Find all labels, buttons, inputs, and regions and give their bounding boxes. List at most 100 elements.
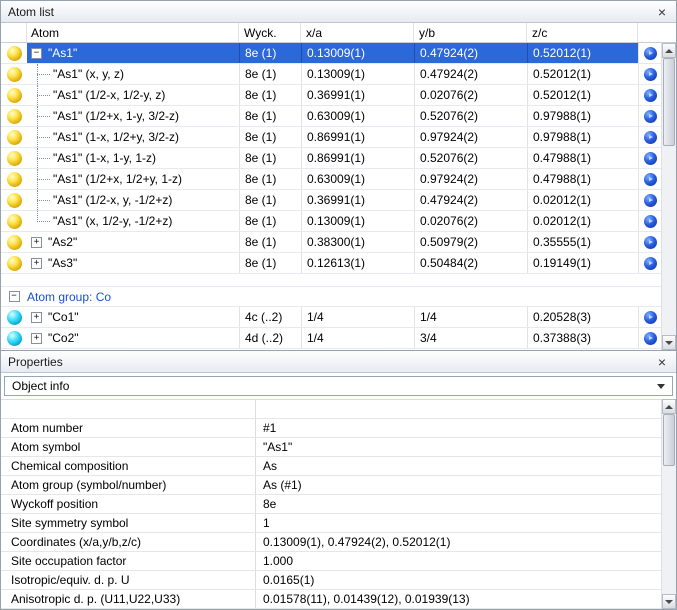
atom-action-button[interactable] xyxy=(644,47,657,60)
atom-row[interactable]: "As1" (1/2-x, y, -1/2+z)8e (1)0.36991(1)… xyxy=(1,190,661,211)
atom-label: "As1" (1-x, 1/2+y, 3/2-z) xyxy=(53,130,179,144)
atom-row[interactable]: "As1" (1-x, 1/2+y, 3/2-z)8e (1)0.86991(1… xyxy=(1,127,661,148)
atom-action-button[interactable] xyxy=(644,332,657,345)
cell-wyck: 8e (1) xyxy=(239,106,301,126)
tree-connector xyxy=(27,169,53,189)
row-icon-cell xyxy=(1,85,27,105)
scroll-up-button[interactable] xyxy=(662,399,676,414)
atom-name-cell: "As1" (1/2-x, 1/2-y, z) xyxy=(27,85,239,105)
cell-xa: 0.36991(1) xyxy=(301,190,414,210)
atom-group-header-row[interactable]: −Atom group: Co xyxy=(1,287,661,307)
property-row[interactable]: Anisotropic d. p. (U11,U22,U33)0.01578(1… xyxy=(1,590,661,609)
atom-row[interactable]: "As1" (1-x, 1-y, 1-z)8e (1)0.86991(1)0.5… xyxy=(1,148,661,169)
atom-row[interactable]: +"Co2"4d (..2)1/43/40.37388(3) xyxy=(1,328,661,349)
expand-box-icon[interactable]: + xyxy=(31,333,42,344)
atom-row[interactable]: "As1" (1/2+x, 1/2+y, 1-z)8e (1)0.63009(1… xyxy=(1,169,661,190)
properties-scrollbar[interactable] xyxy=(661,399,676,609)
atom-name-cell: +"As2" xyxy=(27,232,239,252)
cell-yb: 0.02076(2) xyxy=(414,85,527,105)
action-cell xyxy=(638,127,661,147)
atom-action-button[interactable] xyxy=(644,89,657,102)
atom-list-scrollbar[interactable] xyxy=(661,43,676,350)
scrollbar-track[interactable] xyxy=(662,58,676,335)
atom-action-button[interactable] xyxy=(644,131,657,144)
atom-list-titlebar[interactable]: Atom list × xyxy=(1,1,676,23)
atom-label: "As1" xyxy=(48,46,77,60)
cell-zc: 0.20528(3) xyxy=(527,307,638,327)
properties-titlebar[interactable]: Properties × xyxy=(1,351,676,373)
atom-row[interactable]: +"As2"8e (1)0.38300(1)0.50979(2)0.35555(… xyxy=(1,232,661,253)
atom-action-button[interactable] xyxy=(644,257,657,270)
arrow-down-icon xyxy=(665,341,673,345)
scroll-down-button[interactable] xyxy=(662,335,676,350)
cell-yb: 0.47924(2) xyxy=(414,190,527,210)
atom-list-panel: Atom list × Atom Wyck. x/a y/b z/c −"As1… xyxy=(1,1,676,351)
property-row[interactable]: Atom symbol"As1" xyxy=(1,438,661,457)
atom-action-button[interactable] xyxy=(644,68,657,81)
property-row[interactable]: Site symmetry symbol1 xyxy=(1,514,661,533)
atom-action-button[interactable] xyxy=(644,311,657,324)
collapse-box-icon[interactable]: − xyxy=(9,291,20,302)
action-cell xyxy=(638,148,661,168)
expand-box-icon[interactable]: + xyxy=(31,258,42,269)
row-icon-cell xyxy=(1,307,27,327)
collapse-box-icon[interactable]: − xyxy=(31,48,42,59)
atom-row[interactable]: "As1" (x, 1/2-y, -1/2+z)8e (1)0.13009(1)… xyxy=(1,211,661,232)
icon-column-header[interactable] xyxy=(1,23,27,42)
yellow-atom-sphere-icon xyxy=(7,109,22,124)
atom-row[interactable]: +"As3"8e (1)0.12613(1)0.50484(2)0.19149(… xyxy=(1,253,661,274)
atom-action-button[interactable] xyxy=(644,236,657,249)
property-name: Isotropic/equiv. d. p. U xyxy=(1,571,256,589)
cell-xa: 0.13009(1) xyxy=(301,43,414,63)
column-header-wyck[interactable]: Wyck. xyxy=(239,23,301,42)
yellow-atom-sphere-icon xyxy=(7,88,22,103)
property-row[interactable]: Atom group (symbol/number)As (#1) xyxy=(1,476,661,495)
atom-label: "As1" (1/2+x, 1/2+y, 1-z) xyxy=(53,172,182,186)
atom-row[interactable]: "As1" (1/2-x, 1/2-y, z)8e (1)0.36991(1)0… xyxy=(1,85,661,106)
column-header-yb[interactable]: y/b xyxy=(414,23,527,42)
cell-xa: 0.13009(1) xyxy=(301,64,414,84)
atom-row[interactable]: "As1" (x, y, z)8e (1)0.13009(1)0.47924(2… xyxy=(1,64,661,85)
column-header-zc[interactable]: z/c xyxy=(527,23,638,42)
property-name: Wyckoff position xyxy=(1,495,256,513)
atom-action-button[interactable] xyxy=(644,173,657,186)
column-header-xa[interactable]: x/a xyxy=(301,23,414,42)
atom-row[interactable]: +"Co1"4c (..2)1/41/40.20528(3) xyxy=(1,307,661,328)
property-row[interactable]: Coordinates (x/a,y/b,z/c)0.13009(1), 0.4… xyxy=(1,533,661,552)
expand-box-icon[interactable]: + xyxy=(31,237,42,248)
atom-row[interactable]: −"As1"8e (1)0.13009(1)0.47924(2)0.52012(… xyxy=(1,43,661,64)
close-icon[interactable]: × xyxy=(655,5,669,19)
scrollbar-thumb[interactable] xyxy=(663,58,675,146)
property-row[interactable]: Site occupation factor1.000 xyxy=(1,552,661,571)
property-row[interactable]: Isotropic/equiv. d. p. U0.0165(1) xyxy=(1,571,661,590)
action-cell xyxy=(638,328,661,348)
cell-zc: 0.97988(1) xyxy=(527,127,638,147)
property-row[interactable]: Atom number#1 xyxy=(1,419,661,438)
atom-row[interactable]: "As1" (1/2+x, 1-y, 3/2-z)8e (1)0.63009(1… xyxy=(1,106,661,127)
atom-action-button[interactable] xyxy=(644,215,657,228)
property-value: As (#1) xyxy=(256,476,661,494)
scrollbar-thumb[interactable] xyxy=(663,414,675,466)
close-icon[interactable]: × xyxy=(655,355,669,369)
cell-wyck: 8e (1) xyxy=(239,211,301,231)
scrollbar-track[interactable] xyxy=(662,414,676,594)
property-value: 1 xyxy=(256,514,661,532)
action-cell xyxy=(638,307,661,327)
property-row[interactable]: Chemical compositionAs xyxy=(1,457,661,476)
atom-action-button[interactable] xyxy=(644,152,657,165)
atom-action-button[interactable] xyxy=(644,110,657,123)
properties-view-select[interactable]: Object info xyxy=(4,376,673,396)
cell-xa: 0.36991(1) xyxy=(301,85,414,105)
property-value: 0.0165(1) xyxy=(256,571,661,589)
yellow-atom-sphere-icon xyxy=(7,172,22,187)
row-icon-cell xyxy=(1,169,27,189)
scroll-up-button[interactable] xyxy=(662,43,676,58)
atom-action-button[interactable] xyxy=(644,194,657,207)
cell-zc: 0.35555(1) xyxy=(527,232,638,252)
atom-label: "As1" (1/2+x, 1-y, 3/2-z) xyxy=(53,109,179,123)
properties-rows: Atom number#1Atom symbol"As1"Chemical co… xyxy=(1,419,661,609)
scroll-down-button[interactable] xyxy=(662,594,676,609)
property-row[interactable]: Wyckoff position8e xyxy=(1,495,661,514)
column-header-atom[interactable]: Atom xyxy=(27,23,239,42)
expand-box-icon[interactable]: + xyxy=(31,312,42,323)
